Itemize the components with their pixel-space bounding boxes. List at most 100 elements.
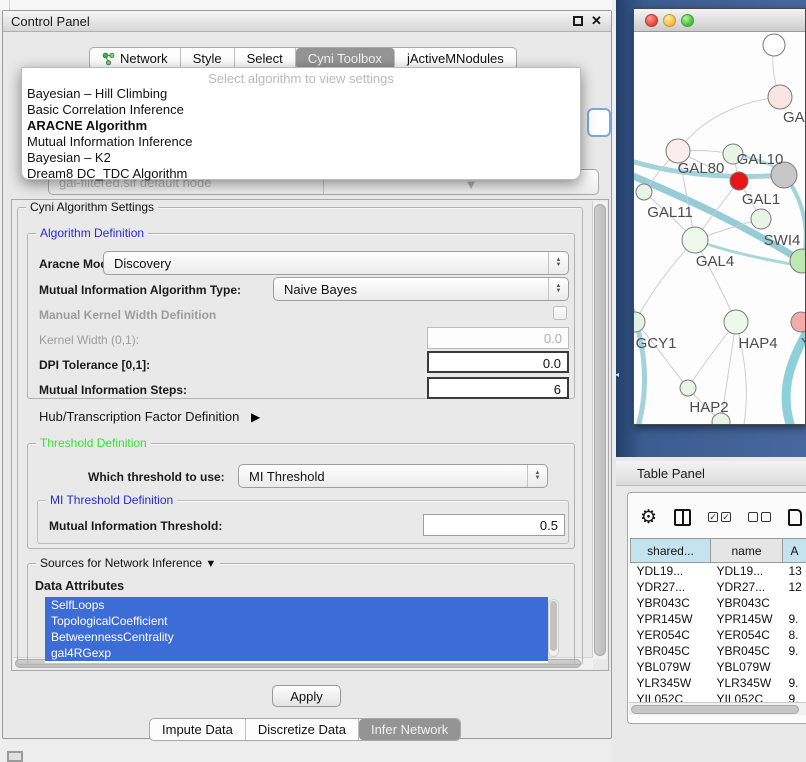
- aracne-mode-combo[interactable]: Discovery ▲▼: [103, 251, 569, 275]
- node-label-HAP2: HAP2: [689, 399, 728, 416]
- kernel-width-label: Kernel Width (0,1):: [39, 333, 139, 347]
- table-row[interactable]: YBR045CYBR045C9.: [631, 643, 806, 659]
- node-gal11[interactable]: [636, 184, 652, 200]
- table-horizontal-scrollbar[interactable]: [629, 702, 806, 715]
- node-pink-right[interactable]: [791, 312, 805, 332]
- table-header-shared...[interactable]: shared...: [631, 539, 711, 563]
- zoom-traffic-light[interactable]: [681, 14, 694, 27]
- algorithm-option[interactable]: Mutual Information Inference: [22, 134, 580, 150]
- combo-stepper-icon: ▲▼: [548, 252, 568, 274]
- mi-algorithm-type-label: Mutual Information Algorithm Type:: [39, 283, 241, 297]
- table-panel-titlebar[interactable]: Table Panel: [616, 461, 806, 486]
- data-attributes-list[interactable]: SelfLoopsTopologicalCoefficientBetweenne…: [45, 597, 548, 663]
- algorithm-option[interactable]: Basic Correlation Inference: [22, 102, 580, 118]
- kernel-width-field[interactable]: 0.0: [427, 327, 569, 349]
- panel-drag-handle[interactable]: ◂: [615, 370, 622, 379]
- close-icon[interactable]: ✕: [591, 13, 602, 29]
- collapsed-panel-icon[interactable]: [7, 751, 23, 762]
- node-selected-red[interactable]: [730, 172, 748, 190]
- minimize-traffic-light[interactable]: [663, 14, 676, 27]
- columns-icon[interactable]: [674, 509, 691, 526]
- tab-impute-data[interactable]: Impute Data: [150, 719, 246, 740]
- which-threshold-label: Which threshold to use:: [88, 470, 225, 484]
- dpi-tolerance-field[interactable]: 0.0: [427, 351, 569, 373]
- tab-network-label: Network: [120, 51, 168, 66]
- data-attributes-label: Data Attributes: [35, 579, 124, 593]
- data-attribute-item[interactable]: BetweennessCentrality: [45, 629, 548, 645]
- algorithm-option[interactable]: Bayesian – K2: [22, 150, 580, 166]
- node-gal1[interactable]: [751, 209, 771, 229]
- algorithm-option[interactable]: Bayesian – Hill Climbing: [22, 86, 580, 102]
- data-attribute-item[interactable]: gal4RGexp: [45, 645, 548, 661]
- node-label-Y: Y: [801, 335, 805, 352]
- node-hap2[interactable]: [680, 380, 696, 396]
- tab-style[interactable]: Style: [181, 48, 235, 69]
- node-gcy1[interactable]: [634, 312, 645, 332]
- node-hap4[interactable]: [724, 310, 748, 334]
- table-row[interactable]: YLR345WYLR345W9.: [631, 675, 806, 691]
- data-attribute-item[interactable]: TopologicalCoefficient: [45, 613, 548, 629]
- control-panel-window: Control Panel ✕ Network Style Select Cyn…: [2, 10, 612, 739]
- algorithm-option[interactable]: Dream8 DC_TDC Algorithm: [22, 166, 580, 182]
- network-canvas[interactable]: GALGAL80GAL10GAL1GAL11GAL4SWI4GCY1HAP4YH…: [634, 32, 805, 424]
- select-columns-icon[interactable]: ✓✓: [708, 512, 731, 522]
- table-cell: YDL19...: [631, 563, 711, 579]
- table-cell: YBL079W: [631, 659, 711, 675]
- focused-combo-fragment: [587, 108, 611, 137]
- node-gal-topright[interactable]: [768, 85, 792, 109]
- table-cell: 9.: [783, 675, 806, 691]
- table-row[interactable]: YDR27...YDR27...12: [631, 579, 806, 595]
- threshold-definition-legend: Threshold Definition: [36, 436, 151, 450]
- tab-select[interactable]: Select: [235, 48, 296, 69]
- tab-jactivemnodules[interactable]: jActiveMNodules: [395, 48, 516, 69]
- tab-cyni-toolbox[interactable]: Cyni Toolbox: [296, 48, 395, 69]
- manual-kernel-width-checkbox[interactable]: [553, 306, 567, 320]
- mi-threshold-definition-legend: MI Threshold Definition: [46, 493, 177, 507]
- float-window-icon[interactable]: [573, 16, 583, 26]
- hub-transcription-factor-section[interactable]: Hub/Transcription Factor Definition ▶: [39, 409, 260, 424]
- mutual-information-threshold-field[interactable]: 0.5: [423, 514, 565, 536]
- table-row[interactable]: YBR043CYBR043C: [631, 595, 806, 611]
- close-traffic-light[interactable]: [645, 14, 658, 27]
- table-horizontal-scrollbar-thumb[interactable]: [631, 705, 799, 714]
- tab-network[interactable]: Network: [90, 48, 181, 69]
- tab-discretize-data[interactable]: Discretize Data: [246, 719, 359, 740]
- data-attribute-item[interactable]: SelfLoops: [45, 597, 548, 613]
- table-cell: YLR345W: [711, 675, 783, 691]
- mi-steps-field[interactable]: 6: [427, 377, 569, 399]
- tab-infer-network[interactable]: Infer Network: [359, 719, 460, 740]
- mi-algorithm-type-combo[interactable]: Naive Bayes ▲▼: [273, 277, 569, 301]
- vertical-scrollbar-thumb[interactable]: [594, 204, 606, 656]
- apply-button[interactable]: Apply: [272, 685, 341, 707]
- table-row[interactable]: YBL079WYBL079W: [631, 659, 806, 675]
- document-icon[interactable]: [788, 509, 802, 526]
- node-gal4[interactable]: [682, 227, 708, 253]
- gear-icon[interactable]: ⚙: [640, 506, 657, 529]
- control-panel-titlebar[interactable]: Control Panel: [3, 11, 611, 32]
- table-row[interactable]: YDL19...YDL19...13: [631, 563, 806, 579]
- node-label-GAL10: GAL10: [737, 151, 784, 168]
- network-window-titlebar[interactable]: [634, 9, 805, 32]
- node-top-partial[interactable]: [763, 34, 785, 56]
- combo-stepper-icon: ▲▼: [527, 465, 547, 487]
- algorithm-dropdown-placeholder: Select algorithm to view settings: [22, 68, 580, 86]
- table-header-name[interactable]: name: [711, 539, 783, 563]
- unchecked-box-icon: [761, 512, 771, 522]
- checked-box-icon: ✓: [708, 512, 718, 522]
- algorithm-option[interactable]: ARACNE Algorithm: [22, 118, 580, 134]
- vertical-scrollbar[interactable]: [592, 201, 607, 659]
- table-cell: YBR043C: [711, 595, 783, 611]
- table-cell: 13: [783, 563, 806, 579]
- node-label-GCY1: GCY1: [636, 335, 677, 352]
- which-threshold-combo[interactable]: MI Threshold ▲▼: [238, 464, 548, 488]
- table-row[interactable]: YER054CYER054C8.: [631, 627, 806, 643]
- table-row[interactable]: YPR145WYPR145W9.: [631, 611, 806, 627]
- table-header-A[interactable]: A: [783, 539, 806, 563]
- expanded-arrow-icon[interactable]: ▼: [205, 558, 216, 570]
- mutual-information-threshold-label: Mutual Information Threshold:: [49, 519, 222, 533]
- collapsed-arrow-icon[interactable]: ▶: [251, 410, 260, 424]
- attributes-scrollbar-thumb[interactable]: [550, 601, 557, 651]
- table-cell: YDR27...: [631, 579, 711, 595]
- deselect-columns-icon[interactable]: [748, 512, 771, 522]
- attributes-scrollbar[interactable]: [548, 599, 559, 657]
